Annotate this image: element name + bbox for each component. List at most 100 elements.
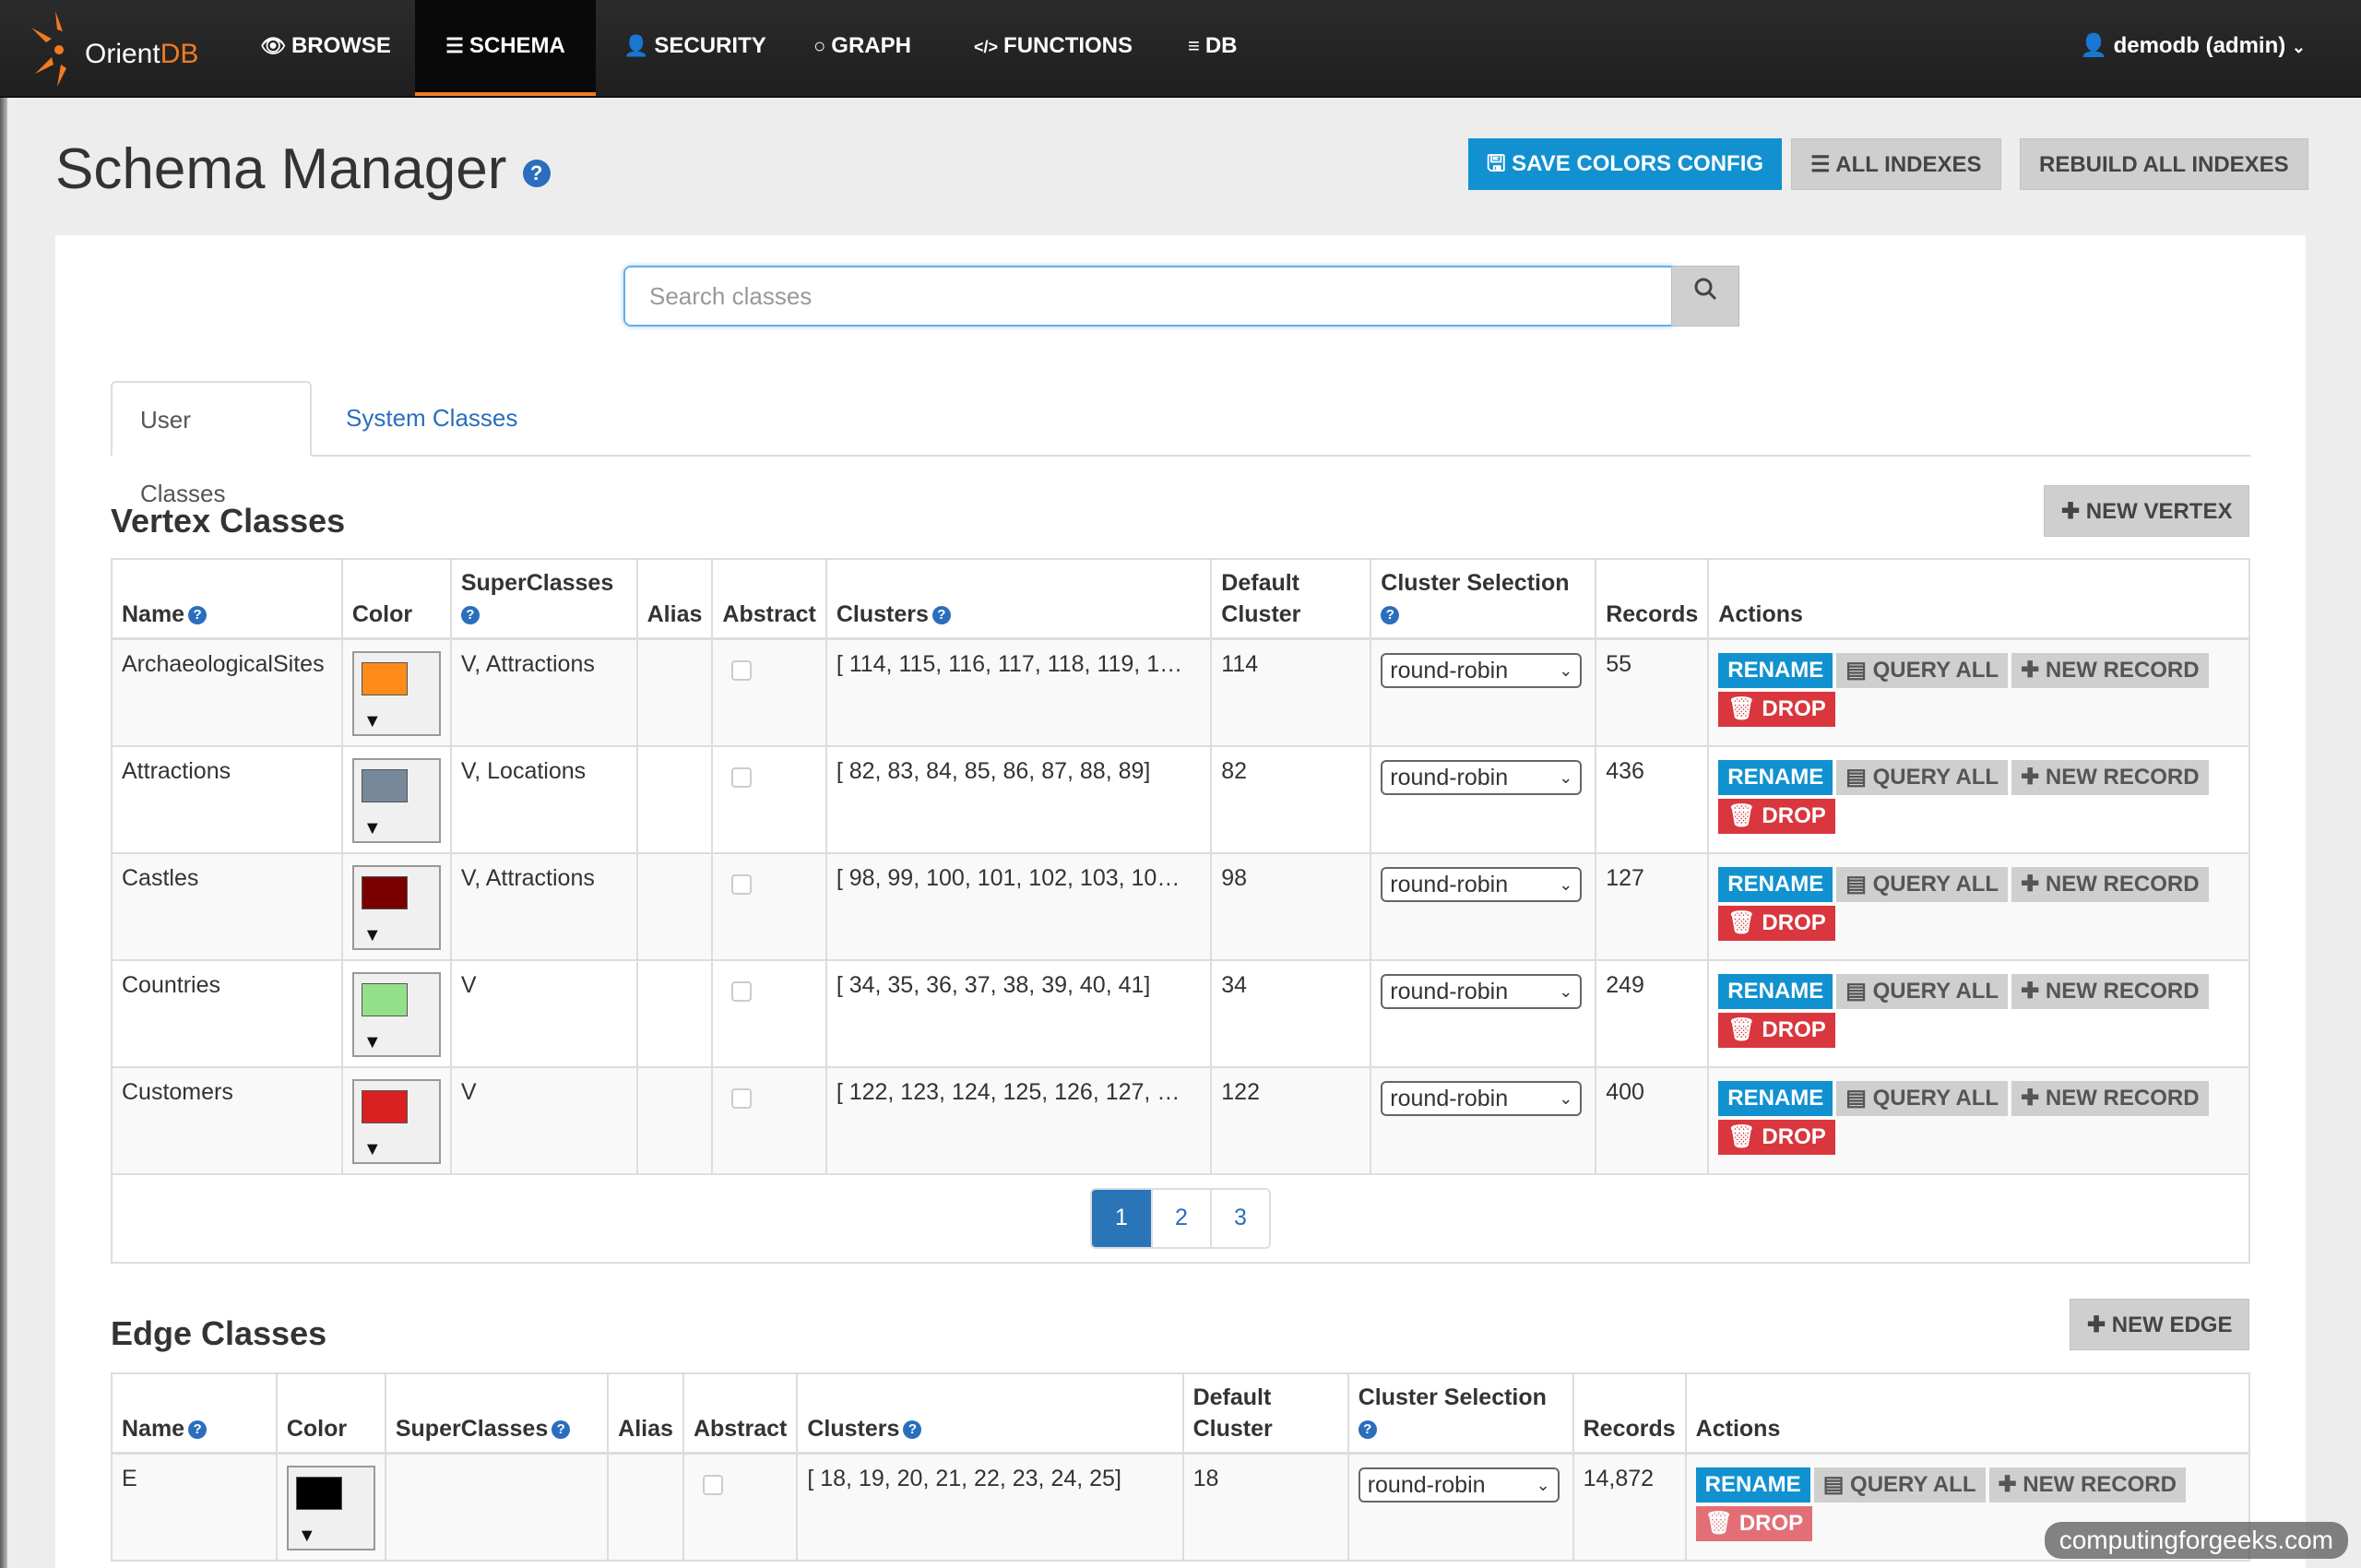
class-name[interactable]: Castles xyxy=(111,852,343,961)
cluster-selection-cell: round-robin ⌄ xyxy=(1370,852,1597,961)
clusters: [ 18, 19, 20, 21, 22, 23, 24, 25] xyxy=(796,1452,1184,1562)
help-icon[interactable]: ? xyxy=(903,1420,922,1440)
color-picker[interactable]: ▼ xyxy=(351,865,441,950)
query-all-button[interactable]: ▤ QUERY ALL xyxy=(1836,974,2009,1009)
search-input[interactable]: Search classes xyxy=(623,266,1673,327)
rebuild-all-indexes-button[interactable]: REBUILD ALL INDEXES xyxy=(2020,138,2308,190)
drop-button[interactable]: 🗑 DROP xyxy=(1695,1506,1813,1541)
color-picker[interactable]: ▼ xyxy=(286,1466,375,1550)
cluster-selection-select[interactable]: round-robin ⌄ xyxy=(1381,974,1583,1009)
nav-db[interactable]: ≡ DB xyxy=(1184,0,1241,96)
new-record-label: NEW RECORD xyxy=(2045,979,2200,1004)
new-record-button[interactable]: ✚ NEW RECORD xyxy=(2011,653,2209,688)
logo-text: OrientDB xyxy=(85,39,199,69)
drop-button[interactable]: 🗑 DROP xyxy=(1718,1013,1835,1048)
help-icon[interactable]: ? xyxy=(522,159,551,187)
abstract-checkbox[interactable] xyxy=(731,981,753,1002)
color-picker[interactable]: ▼ xyxy=(351,972,441,1057)
query-all-button[interactable]: ▤ QUERY ALL xyxy=(1836,653,2009,688)
abstract-checkbox[interactable] xyxy=(731,1088,753,1109)
table-icon: ▤ xyxy=(1845,1086,1867,1111)
abstract-cell xyxy=(682,1452,799,1562)
tab-user-classes[interactable]: User Classes xyxy=(111,381,312,507)
help-icon[interactable]: ? xyxy=(188,1420,208,1440)
rename-button[interactable]: RENAME xyxy=(1695,1467,1810,1503)
nav-browse[interactable]: 👁 BROWSE xyxy=(249,0,402,96)
col-name[interactable]: Name? xyxy=(111,1372,278,1455)
query-all-button[interactable]: ▤ QUERY ALL xyxy=(1836,867,2009,902)
cluster-selection-select[interactable]: round-robin ⌄ xyxy=(1381,760,1583,795)
new-record-button[interactable]: ✚ NEW RECORD xyxy=(1988,1467,2186,1503)
user-menu[interactable]: 👤 demodb (admin) ⌄ xyxy=(2080,0,2306,96)
chevron-down-icon: ⌄ xyxy=(1559,875,1573,894)
dropdown-arrow-icon: ▼ xyxy=(362,925,382,945)
query-all-button[interactable]: ▤ QUERY ALL xyxy=(1836,1081,2009,1116)
cluster-selection-select[interactable]: round-robin ⌄ xyxy=(1358,1467,1560,1503)
search-button[interactable] xyxy=(1671,266,1739,327)
help-icon[interactable]: ? xyxy=(1358,1420,1377,1440)
drop-button[interactable]: 🗑 DROP xyxy=(1718,906,1835,941)
drop-button[interactable]: 🗑 DROP xyxy=(1718,692,1835,727)
help-icon[interactable]: ? xyxy=(460,606,480,625)
rename-button[interactable]: RENAME xyxy=(1718,760,1833,795)
nav-schema[interactable]: ☰ SCHEMA xyxy=(415,0,596,96)
abstract-cell xyxy=(711,637,827,747)
class-name[interactable]: Attractions xyxy=(111,745,343,854)
new-record-button[interactable]: ✚ NEW RECORD xyxy=(2011,760,2209,795)
rename-button[interactable]: RENAME xyxy=(1718,1081,1833,1116)
new-vertex-button[interactable]: ✚ NEW VERTEX xyxy=(2044,485,2250,537)
tab-system-classes[interactable]: System Classes xyxy=(318,381,545,457)
col-color: Color xyxy=(275,1372,386,1455)
col-name[interactable]: Name? xyxy=(111,558,343,640)
class-name[interactable]: Customers xyxy=(111,1066,343,1175)
cluster-selection-select[interactable]: round-robin ⌄ xyxy=(1381,653,1583,688)
pagination: 1 2 3 xyxy=(1090,1188,1271,1249)
new-record-button[interactable]: ✚ NEW RECORD xyxy=(2011,1081,2209,1116)
nav-functions[interactable]: </> FUNCTIONS xyxy=(970,0,1136,96)
new-edge-button[interactable]: ✚ NEW EDGE xyxy=(2070,1299,2250,1350)
page-button-1[interactable]: 1 xyxy=(1092,1190,1151,1247)
cluster-selection-select[interactable]: round-robin ⌄ xyxy=(1381,1081,1583,1116)
col-name-label: Name xyxy=(122,1416,185,1442)
database-icon: ≡ xyxy=(1188,34,1200,57)
query-all-button[interactable]: ▤ QUERY ALL xyxy=(1813,1467,1986,1503)
rename-button[interactable]: RENAME xyxy=(1718,653,1833,688)
color-picker[interactable]: ▼ xyxy=(351,1079,441,1164)
rename-button[interactable]: RENAME xyxy=(1718,974,1833,1009)
col-alias: Alias xyxy=(635,558,714,640)
help-icon[interactable]: ? xyxy=(188,606,208,625)
rename-button[interactable]: RENAME xyxy=(1718,867,1833,902)
page-button-3[interactable]: 3 xyxy=(1210,1190,1269,1247)
user-menu-label: demodb (admin) xyxy=(2113,33,2286,58)
drop-label: DROP xyxy=(1762,1124,1826,1149)
abstract-checkbox[interactable] xyxy=(731,660,753,681)
abstract-checkbox[interactable] xyxy=(731,767,753,788)
col-superclasses-label: SuperClasses xyxy=(395,1416,549,1442)
col-abstract: Abstract xyxy=(682,1372,799,1455)
table-row: Customers ▼ V [ 122, 123, 124, 125, 126,… xyxy=(111,1066,2250,1175)
class-name[interactable]: Countries xyxy=(111,959,343,1068)
help-icon[interactable]: ? xyxy=(931,606,951,625)
color-picker[interactable]: ▼ xyxy=(351,651,441,736)
abstract-checkbox[interactable] xyxy=(731,874,753,895)
query-all-button[interactable]: ▤ QUERY ALL xyxy=(1836,760,2009,795)
trash-icon: 🗑 xyxy=(1727,803,1756,828)
save-colors-config-button[interactable]: 🖫 SAVE COLORS CONFIG xyxy=(1468,138,1783,190)
nav-security[interactable]: 👤 SECURITY xyxy=(620,0,770,96)
dropdown-arrow-icon: ▼ xyxy=(362,1139,382,1159)
new-record-button[interactable]: ✚ NEW RECORD xyxy=(2011,974,2209,1009)
class-name[interactable]: ArchaeologicalSites xyxy=(111,637,343,747)
orientdb-logo[interactable]: OrientDB xyxy=(26,7,198,87)
page-button-2[interactable]: 2 xyxy=(1151,1190,1210,1247)
all-indexes-button[interactable]: ☰ ALL INDEXES xyxy=(1791,138,2001,190)
help-icon[interactable]: ? xyxy=(552,1420,571,1440)
color-picker[interactable]: ▼ xyxy=(351,758,441,843)
drop-button[interactable]: 🗑 DROP xyxy=(1718,1120,1835,1155)
help-icon[interactable]: ? xyxy=(1381,606,1400,625)
nav-graph[interactable]: ○ GRAPH xyxy=(810,0,915,96)
class-name[interactable]: E xyxy=(111,1452,278,1562)
cluster-selection-select[interactable]: round-robin ⌄ xyxy=(1381,867,1583,902)
new-record-button[interactable]: ✚ NEW RECORD xyxy=(2011,867,2209,902)
drop-button[interactable]: 🗑 DROP xyxy=(1718,799,1835,834)
abstract-checkbox[interactable] xyxy=(702,1475,723,1495)
